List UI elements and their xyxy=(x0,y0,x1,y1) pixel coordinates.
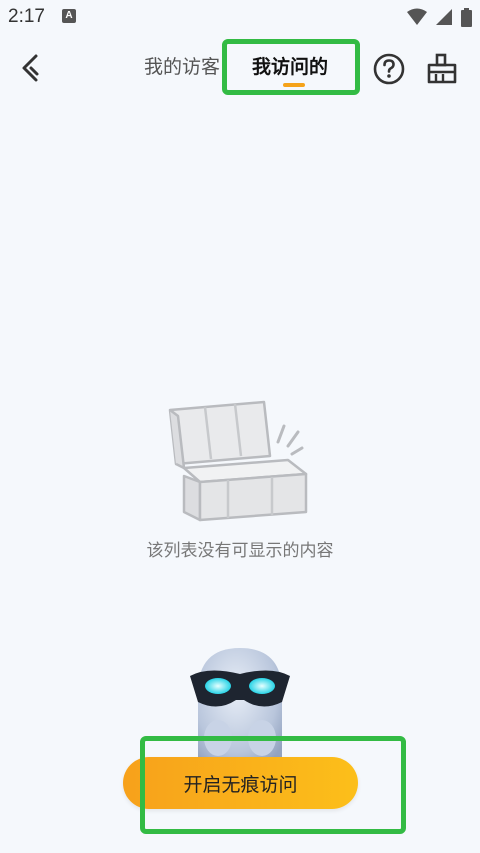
masked-ghost-mascot xyxy=(190,648,290,772)
wifi-icon xyxy=(407,8,427,25)
status-icons xyxy=(407,7,472,27)
back-arrow-icon xyxy=(22,54,39,82)
notification-icon: A xyxy=(62,9,76,23)
status-time: 2:17 xyxy=(8,6,45,27)
active-tab-indicator xyxy=(283,83,305,87)
cell-signal-icon xyxy=(436,9,452,25)
header: 我的访客 我访问的 xyxy=(0,34,480,104)
battery-icon xyxy=(461,7,472,27)
empty-box-icon xyxy=(168,400,308,522)
tab-visited-by-me[interactable]: 我访问的 xyxy=(252,52,328,79)
empty-state-message: 该列表没有可显示的内容 xyxy=(146,541,334,561)
status-bar: 2:17 A xyxy=(0,0,480,34)
back-button[interactable] xyxy=(10,48,50,88)
help-icon[interactable] xyxy=(372,52,406,86)
enable-incognito-visit-label: 开启无痕访问 xyxy=(183,773,298,796)
tab-my-visitors[interactable]: 我的访客 xyxy=(144,52,220,79)
broom-clean-icon[interactable] xyxy=(425,52,459,86)
enable-incognito-visit-button[interactable]: 开启无痕访问 xyxy=(123,757,358,809)
